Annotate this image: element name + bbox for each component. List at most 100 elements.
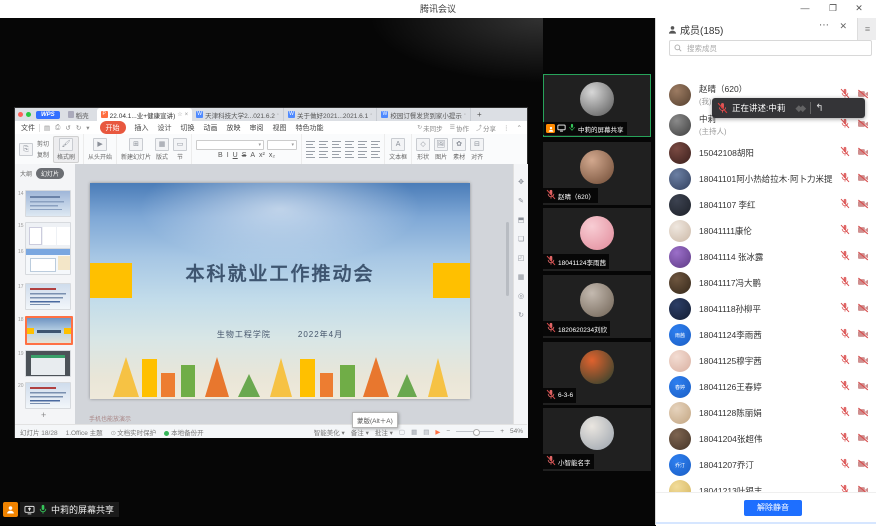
toast-reply-icon[interactable]: ↰	[815, 103, 823, 114]
slide-thumbnail-20[interactable]	[25, 382, 71, 409]
canvas-tool-icon-3[interactable]: ⬒	[518, 216, 525, 224]
camera-off-icon[interactable]	[857, 116, 869, 134]
camera-off-icon[interactable]	[857, 352, 869, 370]
zoom-slider[interactable]	[456, 431, 494, 432]
font-style-I[interactable]: I	[227, 152, 229, 159]
menu-item-切换[interactable]: 切换	[181, 123, 195, 133]
slide-thumbnail-18[interactable]	[25, 316, 73, 345]
wps-doc-tab-3[interactable]: W关于做好2021...2021.6.1◦	[284, 108, 377, 121]
wps-doc-tab-2[interactable]: W天津科技大学2...021.6.2◦	[192, 108, 284, 121]
slide-pane-tab-幻灯片[interactable]: 幻灯片	[36, 168, 64, 179]
paragraph-format-icon[interactable]	[345, 140, 354, 148]
mic-muted-icon[interactable]	[840, 274, 850, 292]
ribbon-collapse-button[interactable]: ⌃	[517, 124, 522, 132]
zoom-out-button[interactable]: −	[446, 428, 450, 435]
add-slide-button[interactable]: +	[41, 410, 46, 420]
mic-muted-icon[interactable]	[840, 456, 850, 474]
wps-zoom-dot[interactable]	[26, 112, 31, 117]
wps-doc-tab-4[interactable]: W校园订餐发货到家小提示◦	[377, 108, 471, 121]
camera-off-icon[interactable]	[857, 378, 869, 396]
canvas-tool-icon-8[interactable]: ↻	[518, 311, 524, 319]
new-tab-button[interactable]: +	[477, 110, 482, 119]
mic-muted-icon[interactable]	[840, 326, 850, 344]
member-row[interactable]: 18041107 李红	[656, 192, 876, 218]
slide-thumbnail-17[interactable]	[25, 283, 71, 310]
paste-button[interactable]: ⎘	[19, 143, 33, 156]
wps-doc-tab-1[interactable]: P22.04.1...业+健康宣讲)☆×	[97, 108, 192, 121]
member-row[interactable]: 18041114 张冰露	[656, 244, 876, 270]
camera-off-icon[interactable]	[857, 196, 869, 214]
menu-item-特色功能[interactable]: 特色功能	[296, 123, 324, 133]
menu-item-插入[interactable]: 插入	[135, 123, 149, 133]
mic-muted-icon[interactable]	[840, 404, 850, 422]
unmute-button[interactable]: 解除静音	[744, 500, 802, 516]
camera-off-icon[interactable]	[857, 170, 869, 188]
member-row[interactable]: 18041128陈丽娟	[656, 400, 876, 426]
menu-item-设计[interactable]: 设计	[158, 123, 172, 133]
member-row[interactable]: 18041125穆宇茜	[656, 348, 876, 374]
new-slide-button[interactable]: ⊞ 新建幻灯片	[121, 138, 151, 161]
slide-thumbnail-14[interactable]	[25, 190, 71, 217]
restore-button[interactable]: ❐	[822, 0, 844, 17]
mic-muted-icon[interactable]	[840, 144, 850, 162]
quick-icon-2[interactable]: ⎙	[55, 124, 60, 132]
paragraph-format-icon[interactable]	[332, 140, 341, 148]
mic-muted-icon[interactable]	[840, 116, 850, 134]
quick-icon-1[interactable]: ▤	[44, 124, 50, 132]
canvas-tool-icon-4[interactable]: ❏	[518, 235, 524, 243]
paragraph-format-icon[interactable]	[358, 140, 367, 148]
slideshow-play-icon[interactable]: ▶	[435, 428, 440, 436]
member-row[interactable]: 18041204张超伟	[656, 426, 876, 452]
status-tool-批注[interactable]: 批注 ▾	[375, 427, 393, 437]
picture-button[interactable]: 🖼 图片	[434, 138, 448, 161]
minimize-button[interactable]: —	[794, 0, 816, 17]
paragraph-format-icon[interactable]	[306, 150, 315, 158]
font-style-S[interactable]: S	[242, 152, 247, 159]
member-row[interactable]: 18041117冯大鹏	[656, 270, 876, 296]
section-button[interactable]: ▭ 节	[173, 138, 187, 161]
member-row[interactable]: 15042108胡阳	[656, 140, 876, 166]
member-row[interactable]: 雨茜18041124李雨茜	[656, 322, 876, 348]
font-size-select[interactable]: ▾	[267, 140, 297, 150]
video-thumbnail-2[interactable]: 赵晴（620）	[543, 142, 651, 205]
video-thumbnail-1[interactable]: 中莉的屏幕共享	[543, 74, 651, 137]
close-button[interactable]: ✕	[848, 0, 870, 17]
canvas-scrollbar[interactable]	[506, 222, 509, 296]
quick-icon-3[interactable]: ↺	[65, 124, 70, 132]
quick-icon-4[interactable]: ↻	[76, 124, 81, 132]
mic-muted-icon[interactable]	[840, 222, 850, 240]
paragraph-format-icon[interactable]	[319, 140, 328, 148]
member-row[interactable]: 18041111康伦	[656, 218, 876, 244]
panel-menu-button[interactable]: ≡	[857, 18, 876, 40]
canvas-tool-icon-2[interactable]: ✎	[518, 197, 524, 205]
font-style-x₂[interactable]: x₂	[269, 152, 275, 159]
menu-item-放映[interactable]: 放映	[227, 123, 241, 133]
view-mode-icon-2[interactable]: ▦	[411, 428, 417, 436]
paragraph-format-icon[interactable]	[358, 150, 367, 158]
camera-off-icon[interactable]	[857, 430, 869, 448]
font-style-B[interactable]: B	[218, 152, 223, 159]
menu-item-动画[interactable]: 动画	[204, 123, 218, 133]
favorite-icon[interactable]: ☆	[177, 111, 182, 118]
menu-item-开始[interactable]: 开始	[100, 121, 126, 134]
mic-muted-icon[interactable]	[840, 196, 850, 214]
copy-button[interactable]: 复制	[37, 150, 49, 159]
zoom-in-button[interactable]: +	[500, 428, 504, 435]
canvas-tool-icon-1[interactable]: ✥	[518, 178, 524, 186]
video-thumbnail-6[interactable]: 小智能名字	[543, 408, 651, 471]
camera-off-icon[interactable]	[857, 456, 869, 474]
mic-muted-icon[interactable]	[840, 170, 850, 188]
mic-muted-icon[interactable]	[840, 378, 850, 396]
panel-more-button[interactable]: ⋯	[819, 20, 829, 31]
zoom-knob[interactable]	[473, 429, 480, 436]
view-mode-icon-3[interactable]: ▤	[423, 428, 429, 436]
docer-tab[interactable]: 稻壳	[68, 110, 89, 120]
slide-thumbnail-19[interactable]	[25, 350, 71, 377]
shape-button[interactable]: ◇ 形状	[416, 138, 430, 161]
menu-right-未同步[interactable]: ↻未同步	[417, 123, 443, 133]
menu-item-视图[interactable]: 视图	[273, 123, 287, 133]
panel-close-button[interactable]: ✕	[839, 21, 847, 32]
camera-off-icon[interactable]	[857, 326, 869, 344]
format-painter-button[interactable]: 🖌 格式刷	[53, 136, 79, 163]
camera-off-icon[interactable]	[857, 274, 869, 292]
